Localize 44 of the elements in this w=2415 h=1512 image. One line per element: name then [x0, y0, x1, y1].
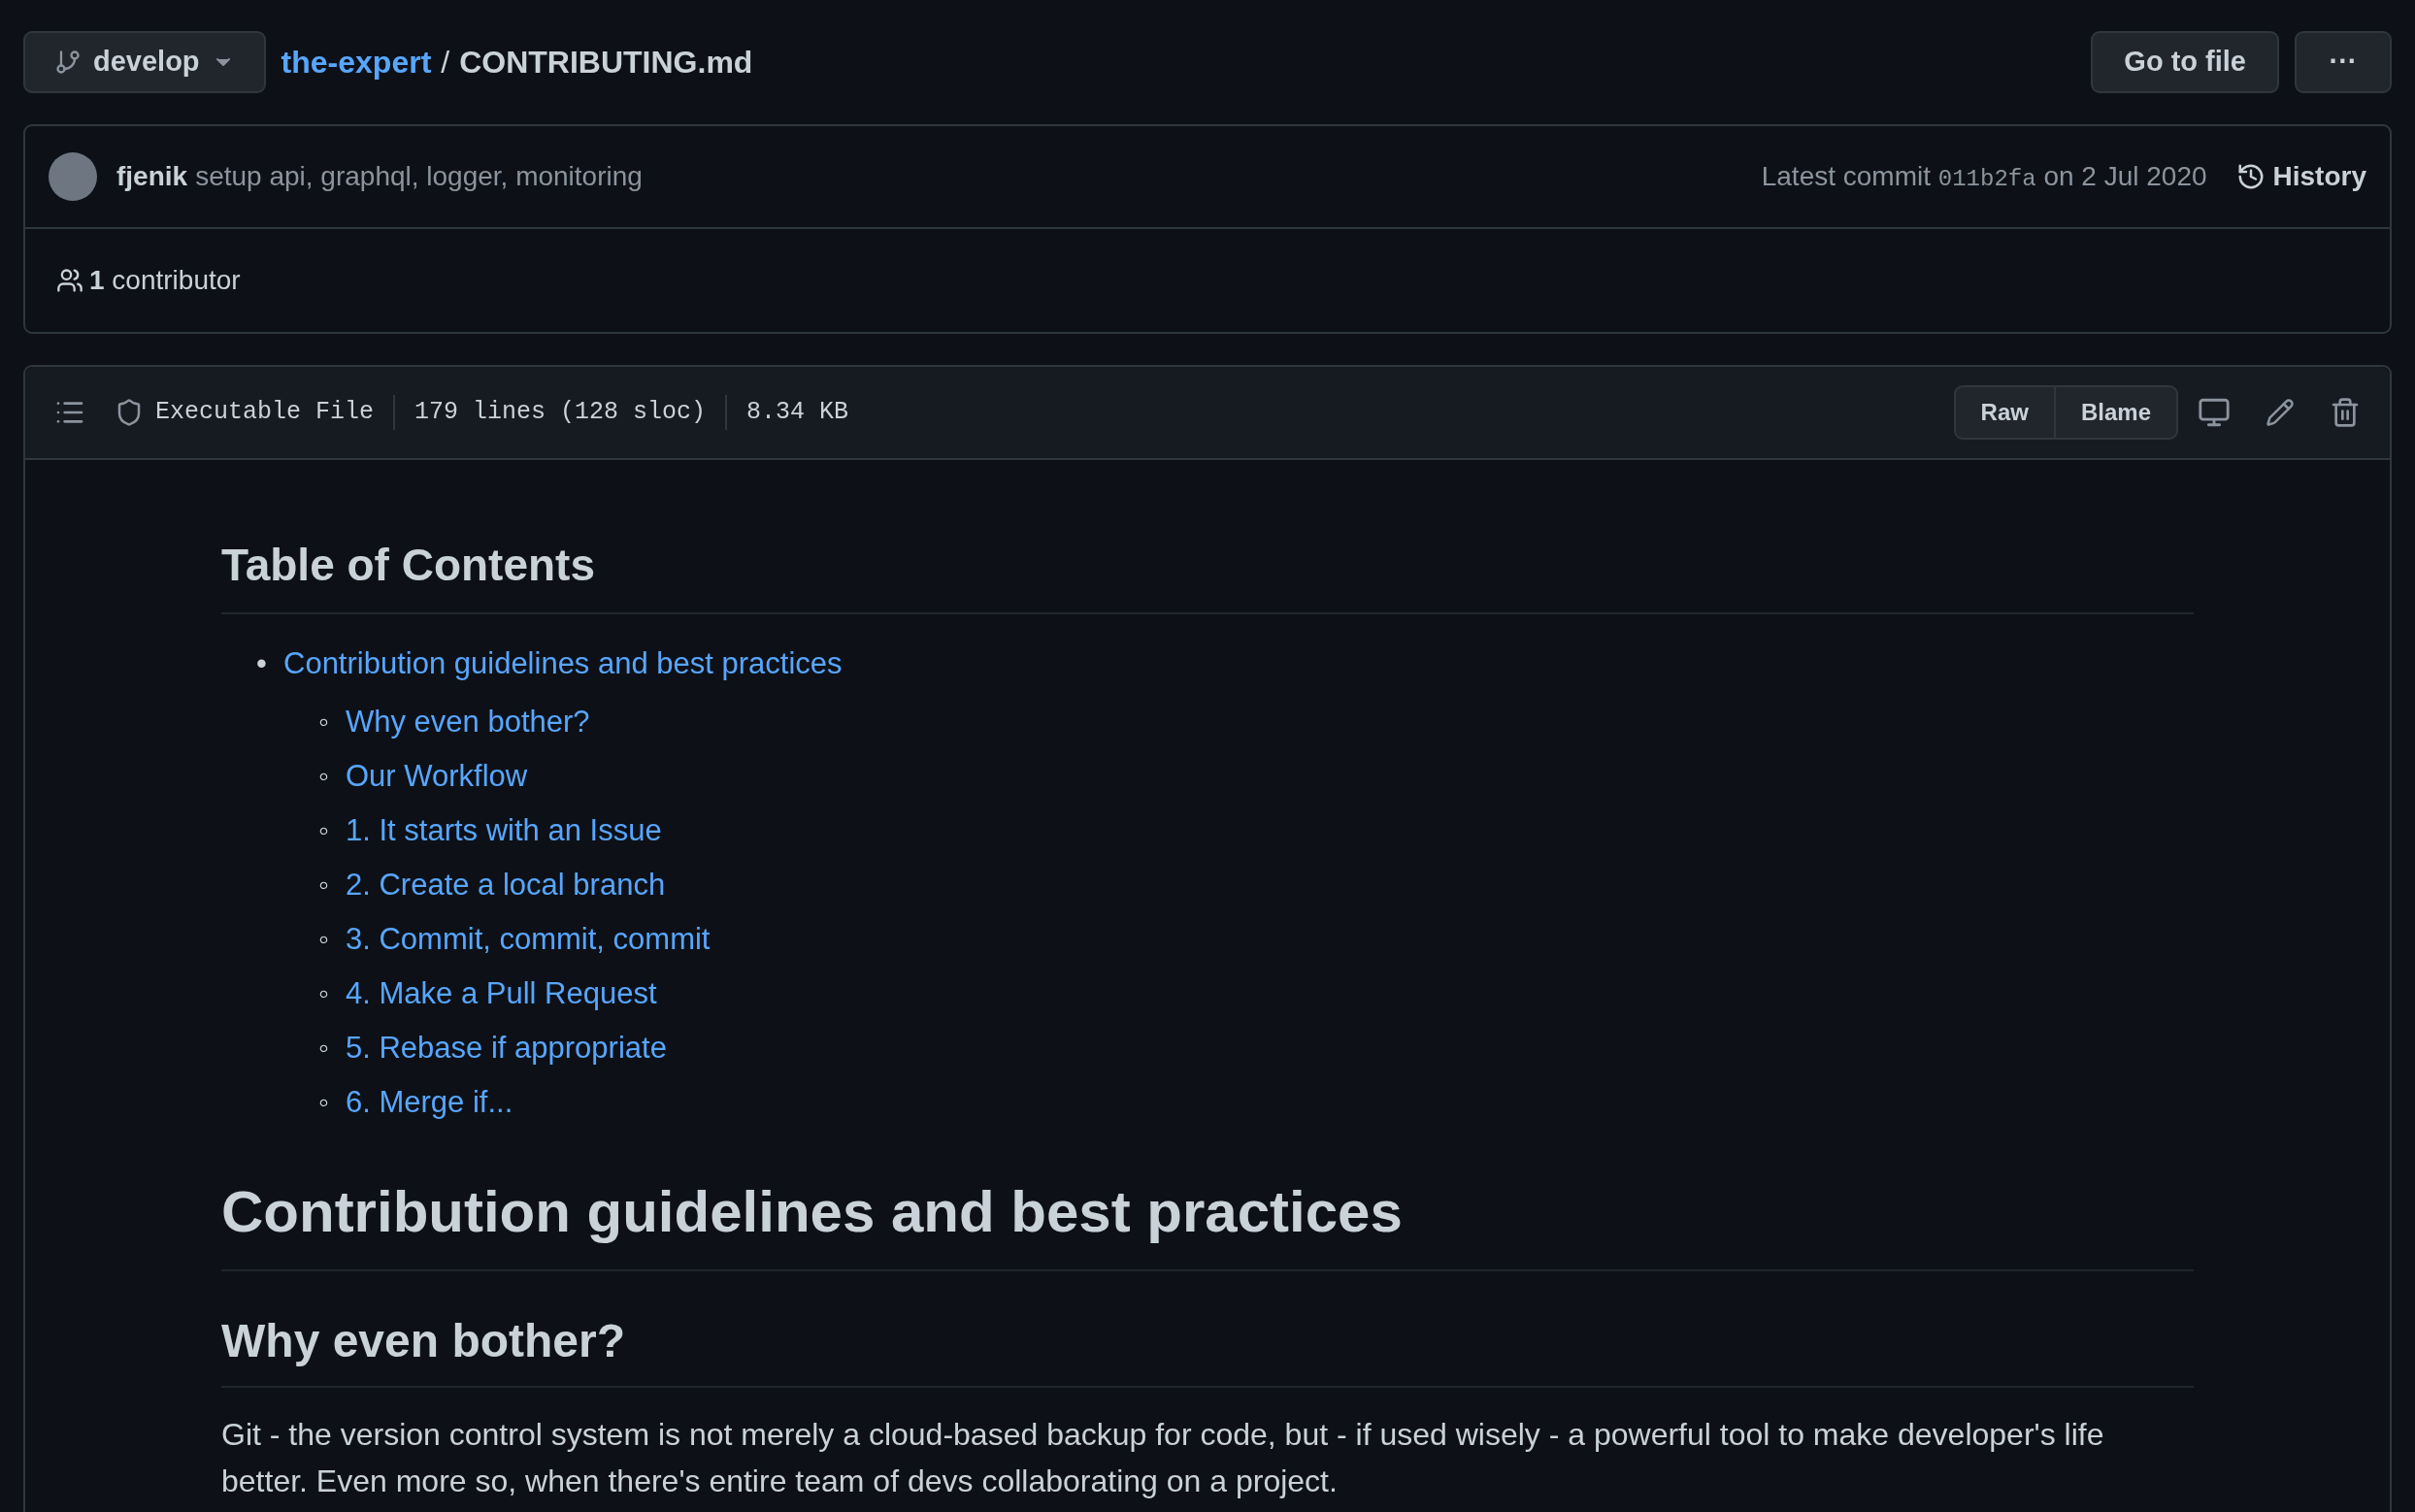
bullet-marker: ◦: [318, 920, 330, 958]
people-icon: [56, 267, 83, 294]
toc-heading: Table of Contents: [221, 532, 2194, 614]
section-heading: Why even bother?: [221, 1305, 2194, 1388]
toc-link[interactable]: Why even bother?: [346, 704, 590, 739]
bullet-marker: ◦: [318, 974, 330, 1012]
paragraph: Git - the version control system is not merely a cloud-based backup for code, but - if used wisely - a powerful tool to make developer's life better. Even more so, when there's entire team of devs collaborating on a project.: [221, 1415, 2105, 1500]
path-separator: /: [441, 44, 450, 82]
toc-link[interactable]: 1. It starts with an Issue: [346, 812, 662, 847]
file-type: Executable File: [155, 397, 375, 429]
toc-link[interactable]: Our Workflow: [346, 758, 528, 793]
bullet-marker: ◦: [318, 703, 330, 740]
toc-link[interactable]: 2. Create a local branch: [346, 867, 666, 902]
desktop-icon[interactable]: [2198, 396, 2231, 429]
latest-commit-text: Latest commit 011b2fa on 2 Jul 2020: [1761, 160, 2207, 194]
bullet-marker: ◦: [318, 757, 330, 795]
file-size: 8.34 KB: [746, 397, 849, 429]
branch-icon: [54, 49, 82, 76]
branch-selector[interactable]: develop: [23, 31, 266, 93]
bullet-marker: ◦: [318, 866, 330, 904]
toc-link[interactable]: 4. Make a Pull Request: [346, 975, 657, 1010]
bullet-marker: ◦: [318, 1029, 330, 1067]
file-name: CONTRIBUTING.md: [459, 44, 753, 82]
repo-link[interactable]: the-expert: [281, 39, 432, 85]
commit-message: setup api, graphql, logger, monitoring: [195, 160, 643, 193]
go-to-file-button[interactable]: Go to file: [2091, 31, 2279, 93]
edit-icon[interactable]: [2266, 398, 2295, 427]
bullet-marker: •: [256, 645, 268, 682]
bullet-marker: ◦: [318, 811, 330, 849]
bullet-marker: ◦: [318, 1083, 330, 1121]
more-options-button[interactable]: ···: [2295, 31, 2392, 93]
file-action-button[interactable]: Raw: [1953, 385, 2056, 440]
toc-link[interactable]: 6. Merge if...: [346, 1084, 513, 1119]
delete-icon[interactable]: [2330, 397, 2361, 428]
author-link[interactable]: fjenik: [116, 156, 188, 197]
line-count: 179 lines (128 sloc): [414, 397, 707, 429]
toc-link[interactable]: 5. Rebase if appropriate: [346, 1030, 667, 1065]
toc-link[interactable]: Contribution guidelines and best practices: [283, 646, 843, 680]
toc-link[interactable]: 3. Commit, commit, commit: [346, 921, 711, 956]
page-heading: Contribution guidelines and best practices: [221, 1167, 2194, 1271]
avatar: [49, 152, 97, 201]
contributor-count: 1 contributor: [89, 264, 241, 297]
file-action-button[interactable]: Blame: [2053, 385, 2178, 440]
history-link[interactable]: History: [2235, 156, 2366, 197]
